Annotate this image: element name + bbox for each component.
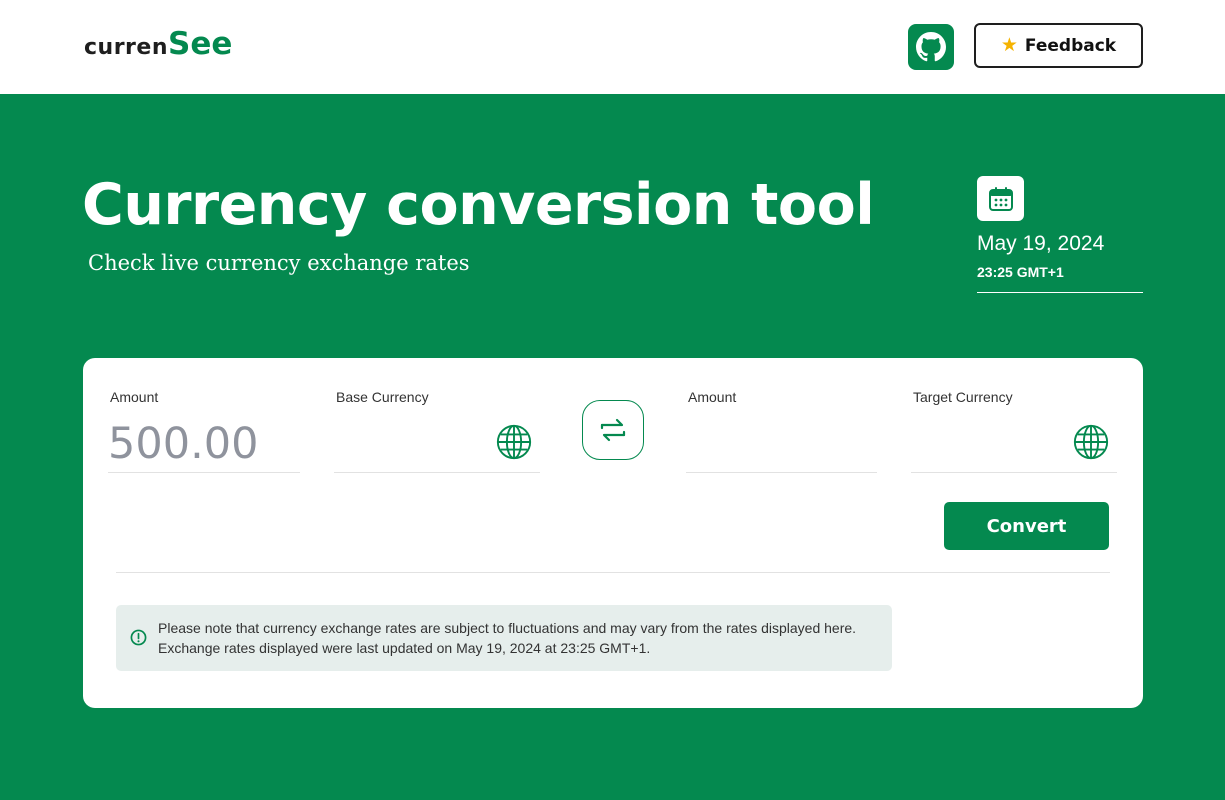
notice-line-2: Exchange rates displayed were last updat… bbox=[158, 640, 651, 656]
page-title: Currency conversion tool bbox=[82, 172, 875, 238]
current-date: May 19, 2024 bbox=[977, 232, 1105, 255]
amount-input[interactable] bbox=[108, 415, 300, 473]
page-subtitle: Check live currency exchange rates bbox=[88, 251, 470, 275]
current-time: 23:25 GMT+1 bbox=[977, 264, 1064, 280]
swap-currencies-button[interactable] bbox=[582, 400, 644, 460]
date-time-panel: May 19, 2024 23:25 GMT+1 bbox=[977, 176, 1143, 293]
notice-line-1: Please note that currency exchange rates… bbox=[158, 620, 857, 636]
star-icon: ★ bbox=[1000, 35, 1018, 56]
github-button[interactable] bbox=[908, 24, 954, 70]
convert-button[interactable]: Convert bbox=[944, 502, 1109, 550]
target-currency-select[interactable] bbox=[911, 395, 1117, 473]
notice-text: Please note that currency exchange rates… bbox=[158, 618, 856, 658]
info-circle-icon bbox=[130, 629, 147, 646]
logo-text-curren: curren bbox=[84, 35, 168, 60]
globe-icon[interactable] bbox=[1072, 423, 1110, 461]
top-nav: curren See ★ Feedback bbox=[0, 0, 1225, 94]
base-currency-select[interactable] bbox=[334, 395, 540, 473]
feedback-label: Feedback bbox=[1024, 35, 1117, 56]
calendar-icon bbox=[977, 176, 1024, 221]
target-amount-field bbox=[686, 395, 877, 473]
rate-disclaimer-notice: Please note that currency exchange rates… bbox=[116, 605, 892, 671]
logo-text-see: See bbox=[168, 26, 233, 62]
feedback-button[interactable]: ★ Feedback bbox=[974, 23, 1143, 68]
amount-field bbox=[108, 395, 300, 473]
globe-icon[interactable] bbox=[495, 423, 533, 461]
card-divider bbox=[116, 572, 1110, 573]
app-logo[interactable]: curren See bbox=[84, 26, 232, 62]
github-icon bbox=[916, 32, 946, 62]
swap-arrows-icon bbox=[600, 418, 626, 442]
converter-card: Amount Base Currency Amount Target Curre… bbox=[83, 358, 1143, 708]
